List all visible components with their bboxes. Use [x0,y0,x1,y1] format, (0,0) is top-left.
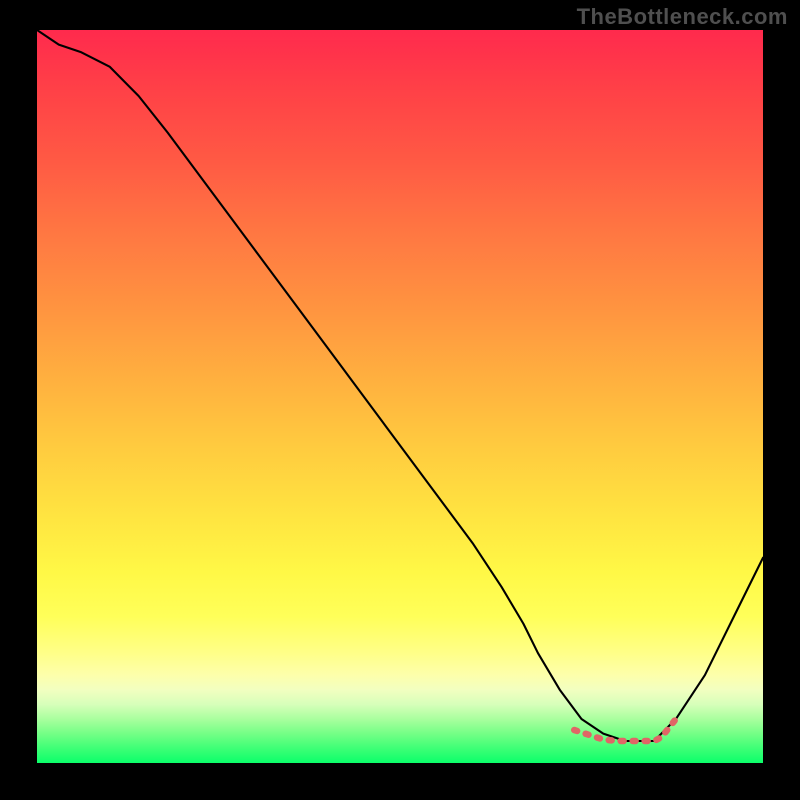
watermark-text: TheBottleneck.com [577,4,788,30]
curve-path [37,30,763,741]
chart-frame: TheBottleneck.com [0,0,800,800]
plot-area [37,30,763,763]
chart-svg [37,30,763,763]
highlight-path [574,719,676,741]
